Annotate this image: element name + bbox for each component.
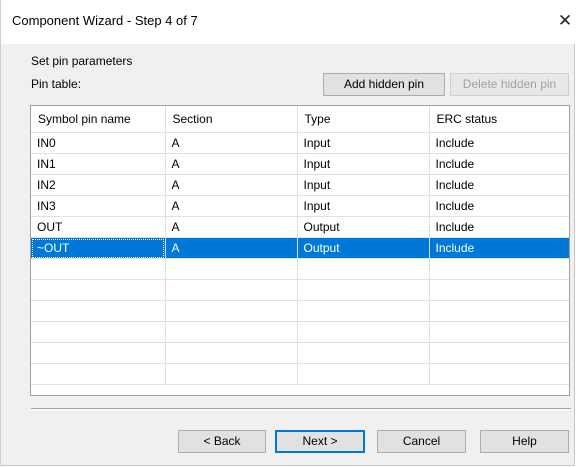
cell-symbol-pin-name[interactable]: ~OUT: [31, 237, 166, 259]
cell-section[interactable]: A: [165, 195, 298, 217]
empty-cell: [31, 342, 166, 364]
empty-cell: [297, 363, 430, 385]
pin-table[interactable]: Symbol pin name Section Type ERC status …: [30, 105, 570, 396]
table-row[interactable]: IN2 A Input Include: [31, 174, 569, 196]
empty-cell: [429, 279, 569, 301]
delete-hidden-pin-button[interactable]: Delete hidden pin: [450, 73, 569, 96]
cell-type[interactable]: Input: [297, 132, 430, 154]
empty-cell: [429, 342, 569, 364]
empty-cell: [165, 300, 298, 322]
empty-table-row: [31, 342, 569, 364]
table-header-row: Symbol pin name Section Type ERC status: [31, 106, 569, 133]
table-row[interactable]: IN1 A Input Include: [31, 153, 569, 175]
help-button[interactable]: Help: [480, 430, 569, 453]
table-row[interactable]: ~OUT A Output Include: [31, 237, 569, 259]
column-header-erc-status[interactable]: ERC status: [429, 106, 569, 133]
empty-cell: [429, 363, 569, 385]
cell-section[interactable]: A: [165, 174, 298, 196]
empty-cell: [297, 279, 430, 301]
empty-cell: [165, 258, 298, 280]
cell-type[interactable]: Output: [297, 237, 430, 259]
column-header-symbol-pin-name[interactable]: Symbol pin name: [31, 106, 166, 133]
cell-type[interactable]: Output: [297, 216, 430, 238]
column-header-type[interactable]: Type: [297, 106, 430, 133]
cell-symbol-pin-name[interactable]: IN2: [31, 174, 166, 196]
cell-section[interactable]: A: [165, 132, 298, 154]
empty-cell: [31, 258, 166, 280]
empty-table-row: [31, 300, 569, 322]
empty-cell: [165, 342, 298, 364]
title-bar: Component Wizard - Step 4 of 7 ✕: [1, 0, 576, 44]
cell-section[interactable]: A: [165, 153, 298, 175]
cancel-button[interactable]: Cancel: [377, 430, 466, 453]
cell-type[interactable]: Input: [297, 153, 430, 175]
empty-cell: [31, 321, 166, 343]
empty-cell: [31, 300, 166, 322]
cell-erc-status[interactable]: Include: [429, 216, 569, 238]
empty-cell: [165, 363, 298, 385]
pin-table-label: Pin table:: [31, 77, 82, 91]
empty-cell: [297, 300, 430, 322]
back-button[interactable]: < Back: [178, 430, 266, 453]
empty-cell: [297, 258, 430, 280]
dialog-title: Component Wizard - Step 4 of 7: [12, 13, 198, 28]
cell-type[interactable]: Input: [297, 174, 430, 196]
empty-table-row: [31, 258, 569, 280]
empty-cell: [165, 321, 298, 343]
table-row[interactable]: IN0 A Input Include: [31, 132, 569, 154]
cell-symbol-pin-name[interactable]: OUT: [31, 216, 166, 238]
cell-symbol-pin-name[interactable]: IN3: [31, 195, 166, 217]
empty-cell: [429, 258, 569, 280]
column-header-section[interactable]: Section: [165, 106, 298, 133]
empty-cell: [31, 363, 166, 385]
table-row[interactable]: IN3 A Input Include: [31, 195, 569, 217]
cell-erc-status[interactable]: Include: [429, 132, 569, 154]
cell-symbol-pin-name[interactable]: IN1: [31, 153, 166, 175]
empty-cell: [297, 342, 430, 364]
component-wizard-dialog: Component Wizard - Step 4 of 7 ✕ Set pin…: [0, 0, 576, 466]
empty-cell: [165, 279, 298, 301]
cell-section[interactable]: A: [165, 237, 298, 259]
cell-symbol-pin-name[interactable]: IN0: [31, 132, 166, 154]
empty-cell: [297, 321, 430, 343]
table-row[interactable]: OUT A Output Include: [31, 216, 569, 238]
cell-erc-status[interactable]: Include: [429, 174, 569, 196]
step-heading: Set pin parameters: [31, 54, 133, 68]
cell-section[interactable]: A: [165, 216, 298, 238]
empty-cell: [31, 279, 166, 301]
separator: [31, 408, 571, 410]
empty-table-row: [31, 363, 569, 385]
empty-cell: [429, 321, 569, 343]
next-button[interactable]: Next >: [275, 430, 365, 453]
empty-cell: [429, 300, 569, 322]
cell-type[interactable]: Input: [297, 195, 430, 217]
add-hidden-pin-button[interactable]: Add hidden pin: [323, 73, 445, 96]
empty-table-row: [31, 279, 569, 301]
cell-erc-status[interactable]: Include: [429, 153, 569, 175]
cell-erc-status[interactable]: Include: [429, 237, 569, 259]
empty-table-row: [31, 321, 569, 343]
cell-erc-status[interactable]: Include: [429, 195, 569, 217]
close-icon[interactable]: ✕: [556, 10, 574, 32]
